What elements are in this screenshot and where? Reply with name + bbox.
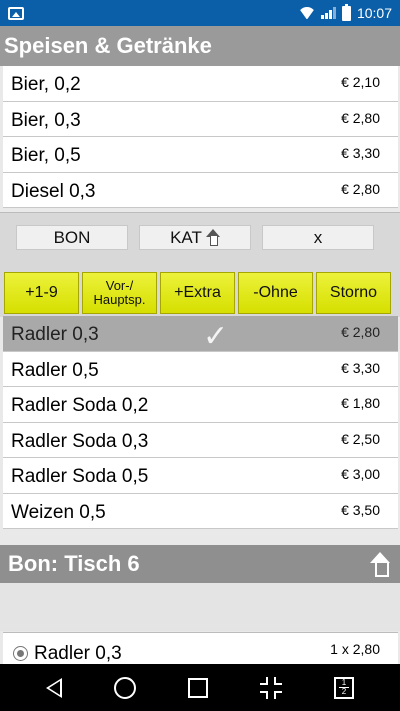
list-item[interactable]: Bier, 0,2 € 2,10 — [3, 66, 398, 102]
status-bar: 10:07 — [0, 0, 400, 26]
ohne-label: -Ohne — [253, 284, 298, 301]
navigation-bar: 12 — [0, 664, 400, 711]
item-price: € 2,80 — [341, 109, 380, 126]
item-name: Diesel 0,3 — [11, 180, 96, 202]
item-name: Radler Soda 0,2 — [11, 395, 149, 417]
list-item[interactable]: Radler 0,5 € 3,30 — [3, 351, 398, 387]
bon-button[interactable]: BON — [16, 225, 128, 250]
radio-icon[interactable] — [13, 646, 28, 661]
kat-button-label: KAT — [170, 227, 202, 247]
bon-button-label: BON — [53, 227, 91, 247]
image-icon — [8, 6, 24, 20]
item-name: Radler Soda 0,3 — [11, 430, 149, 452]
bon-entry-name: Radler 0,3 — [34, 642, 122, 664]
item-name: Bier, 0,5 — [11, 145, 81, 167]
item-price: € 3,30 — [341, 359, 380, 376]
extra-label: +Extra — [174, 284, 221, 301]
close-button-label: x — [313, 227, 323, 247]
list-item[interactable]: Radler Soda 0,2 € 1,80 — [3, 387, 398, 423]
item-price: € 1,80 — [341, 395, 380, 411]
extra-button[interactable]: +Extra — [160, 272, 235, 314]
item-name: Bier, 0,2 — [11, 74, 81, 96]
item-price: € 2,80 — [341, 324, 380, 340]
checkmark-icon: ✓ — [203, 320, 229, 353]
item-name: Radler 0,5 — [11, 359, 99, 381]
list-item[interactable]: Weizen 0,5 € 3,50 — [3, 493, 398, 529]
menu-list-bottom: Radler 0,3 ✓ € 2,80 Radler 0,5 € 3,30 Ra… — [3, 316, 398, 529]
page-title: Speisen & Getränke — [0, 26, 400, 66]
item-name: Radler 0,3 — [11, 324, 99, 346]
item-price: € 3,30 — [341, 145, 380, 161]
bon-spacer — [0, 583, 400, 631]
split-screen-icon[interactable]: 12 — [334, 676, 354, 699]
action-panel: BON KAT x +1-9 Vor-/Hauptsp. +Extra -Ohn… — [0, 212, 400, 317]
bon-entry[interactable]: Radler 0,3 1 x 2,80 — [3, 632, 398, 668]
list-item[interactable]: Radler Soda 0,5 € 3,00 — [3, 458, 398, 494]
item-price: € 3,00 — [341, 466, 380, 482]
vor-label: Vor-/ — [105, 278, 134, 293]
plus-1-9-button[interactable]: +1-9 — [4, 272, 79, 314]
list-item-selected[interactable]: Radler 0,3 ✓ € 2,80 — [3, 316, 398, 353]
menu-list-top: Bier, 0,2 € 2,10 Bier, 0,3 € 2,80 Bier, … — [3, 66, 398, 208]
list-item[interactable]: Bier, 0,3 € 2,80 — [3, 101, 398, 137]
signal-icon — [320, 7, 336, 19]
battery-icon — [341, 3, 351, 21]
list-item[interactable]: Bier, 0,5 € 3,30 — [3, 137, 398, 173]
list-item[interactable]: Diesel 0,3 € 2,80 — [3, 172, 398, 208]
item-name: Weizen 0,5 — [11, 501, 106, 523]
status-time: 10:07 — [356, 5, 392, 21]
expand-up-icon[interactable] — [370, 552, 390, 577]
recent-apps-icon[interactable] — [188, 677, 208, 698]
shrink-icon[interactable] — [260, 676, 282, 699]
vor-hauptspeise-button[interactable]: Vor-/Hauptsp. — [82, 272, 157, 314]
home-icon[interactable] — [114, 676, 136, 699]
bon-header[interactable]: Bon: Tisch 6 — [0, 545, 400, 583]
item-name: Bier, 0,3 — [11, 109, 81, 131]
back-icon[interactable] — [46, 677, 62, 698]
plus-1-9-label: +1-9 — [25, 284, 58, 301]
wifi-icon — [299, 7, 315, 19]
item-price: € 2,10 — [341, 74, 380, 90]
hauptsp-label: Hauptsp. — [93, 292, 146, 307]
close-button[interactable]: x — [262, 225, 374, 250]
item-price: € 3,50 — [341, 501, 380, 518]
list-item[interactable]: Radler Soda 0,3 € 2,50 — [3, 422, 398, 458]
page-title-text: Speisen & Getränke — [4, 33, 212, 58]
item-price: € 2,50 — [341, 430, 380, 447]
item-name: Radler Soda 0,5 — [11, 466, 149, 488]
storno-button[interactable]: Storno — [316, 272, 391, 314]
app-screen: 10:07 Speisen & Getränke Bier, 0,2 € 2,1… — [0, 0, 400, 711]
ohne-button[interactable]: -Ohne — [238, 272, 313, 314]
kat-button[interactable]: KAT — [139, 225, 251, 250]
bon-title: Bon: Tisch 6 — [8, 551, 140, 576]
storno-label: Storno — [329, 284, 378, 301]
item-price: € 2,80 — [341, 180, 380, 197]
arrow-up-icon — [205, 229, 220, 246]
